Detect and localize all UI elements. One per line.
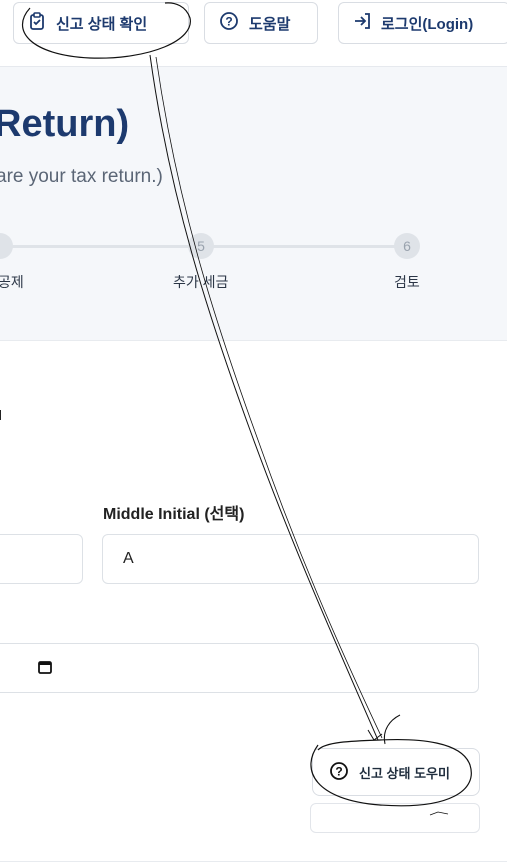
help-label: 도움말 <box>249 15 291 33</box>
top-navigation-bar: 신고 상태 확인 ? 도움말 로그인(Login) <box>0 0 507 67</box>
svg-text:?: ? <box>225 15 232 29</box>
check-filing-status-button[interactable]: 신고 상태 확인 <box>13 2 189 44</box>
next-field-input[interactable] <box>310 803 480 833</box>
page-subtitle: are your tax return.) <box>0 166 163 187</box>
help-button[interactable]: ? 도움말 <box>204 2 318 44</box>
clipboard-check-icon <box>28 12 46 34</box>
calendar-icon[interactable] <box>38 660 52 679</box>
filing-status-helper-button[interactable]: ? 신고 상태 도우미 <box>312 748 480 796</box>
filing-status-helper-label: 신고 상태 도우미 <box>359 765 450 781</box>
login-arrow-icon <box>353 12 371 34</box>
step-5-label: 추가 세금 <box>173 274 229 290</box>
page-title: Return) <box>0 103 130 145</box>
truncated-text-fragment <box>0 410 1 420</box>
login-button[interactable]: 로그인(Login) <box>338 2 507 44</box>
question-circle-icon: ? <box>219 11 239 35</box>
step-6-label: 검토 <box>394 274 420 290</box>
step-4-label: 공제 <box>0 274 24 290</box>
svg-text:?: ? <box>335 764 342 778</box>
first-name-input[interactable] <box>0 534 83 584</box>
middle-initial-label: Middle Initial (선택) <box>103 506 245 523</box>
step-6-dot[interactable]: 6 <box>394 233 420 259</box>
middle-initial-input[interactable] <box>102 534 479 584</box>
check-filing-status-label: 신고 상태 확인 <box>56 15 148 33</box>
step-5-dot[interactable]: 5 <box>188 233 214 259</box>
login-label: 로그인(Login) <box>381 15 474 33</box>
date-of-birth-input[interactable] <box>0 643 479 693</box>
question-circle-icon: ? <box>329 761 349 784</box>
